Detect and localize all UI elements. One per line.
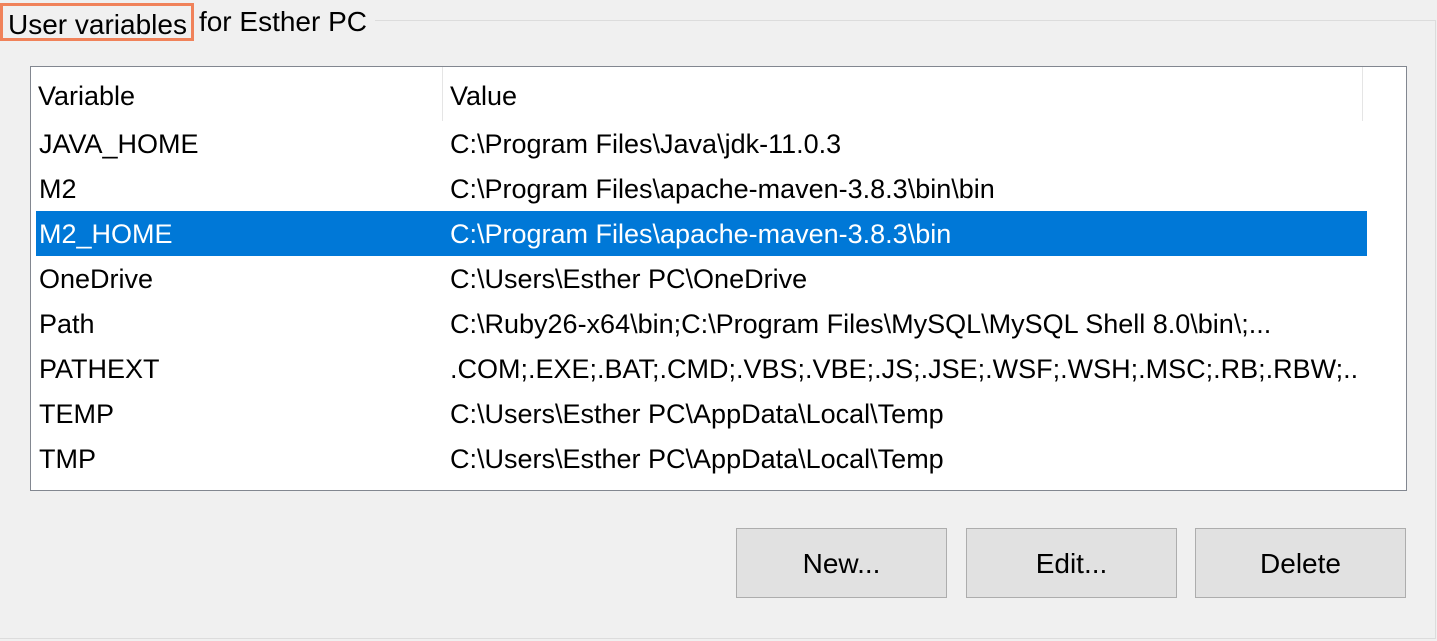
column-header-variable[interactable]: Variable [31, 67, 443, 121]
variables-list[interactable]: Variable Value JAVA_HOME C:\Program Files… [30, 66, 1407, 491]
table-row[interactable]: Path C:\Ruby26-x64\bin;C:\Program Files\M… [36, 301, 1367, 346]
table-row[interactable]: M2 C:\Program Files\apache-maven-3.8.3\bi… [36, 166, 1367, 211]
table-row[interactable]: TEMP C:\Users\Esther PC\AppData\Local\Tem… [36, 391, 1367, 436]
table-row[interactable]: JAVA_HOME C:\Program Files\Java\jdk-11.0.… [36, 121, 1367, 166]
variable-value-cell: C:\Users\Esther PC\AppData\Local\Temp [450, 399, 944, 429]
table-row[interactable]: M2_HOME C:\Program Files\apache-maven-3.8… [36, 211, 1367, 256]
table-row[interactable]: PATHEXT .COM;.EXE;.BAT;.CMD;.VBS;.VBE;.JS… [36, 346, 1367, 391]
variable-name-cell: TEMP [39, 399, 115, 429]
column-header-value[interactable]: Value [443, 67, 1363, 121]
variable-value-cell: C:\Users\Esther PC\OneDrive [450, 264, 808, 294]
variable-value-cell: C:\Program Files\apache-maven-3.8.3\bin [450, 219, 952, 249]
variable-value-cell: C:\Program Files\apache-maven-3.8.3\bin\… [450, 174, 995, 204]
variable-value-cell: C:\Program Files\Java\jdk-11.0.3 [450, 129, 842, 159]
variable-name-cell: Path [39, 309, 95, 339]
variable-name-cell: TMP [39, 444, 96, 474]
user-variables-panel: User variables for Esther PC Variable Va… [0, 0, 1437, 641]
variable-name-cell: PATHEXT [39, 354, 160, 384]
table-row[interactable]: OneDrive C:\Users\Esther PC\OneDrive [36, 256, 1367, 301]
variable-name-cell: M2_HOME [39, 219, 173, 249]
list-header: Variable Value [31, 67, 1406, 121]
new-button[interactable]: New... [736, 528, 947, 598]
group-title-rest: for Esther PC [198, 6, 368, 37]
variable-name-cell: M2 [39, 174, 77, 204]
variable-name-cell: OneDrive [39, 264, 154, 294]
variable-value-cell: C:\Ruby26-x64\bin;C:\Program Files\MySQL… [450, 309, 1272, 339]
delete-button[interactable]: Delete [1195, 528, 1406, 598]
group-title: User variables for Esther PC [0, 0, 376, 44]
edit-button[interactable]: Edit... [966, 528, 1177, 598]
table-row[interactable]: TMP C:\Users\Esther PC\AppData\Local\Temp [36, 436, 1367, 481]
group-title-highlighted: User variables [0, 3, 194, 41]
list-rows: JAVA_HOME C:\Program Files\Java\jdk-11.0.… [31, 121, 1406, 481]
variable-name-cell: JAVA_HOME [39, 129, 199, 159]
variable-value-cell: .COM;.EXE;.BAT;.CMD;.VBS;.VBE;.JS;.JSE;.… [450, 354, 1360, 384]
variable-value-cell: C:\Users\Esther PC\AppData\Local\Temp [450, 444, 944, 474]
